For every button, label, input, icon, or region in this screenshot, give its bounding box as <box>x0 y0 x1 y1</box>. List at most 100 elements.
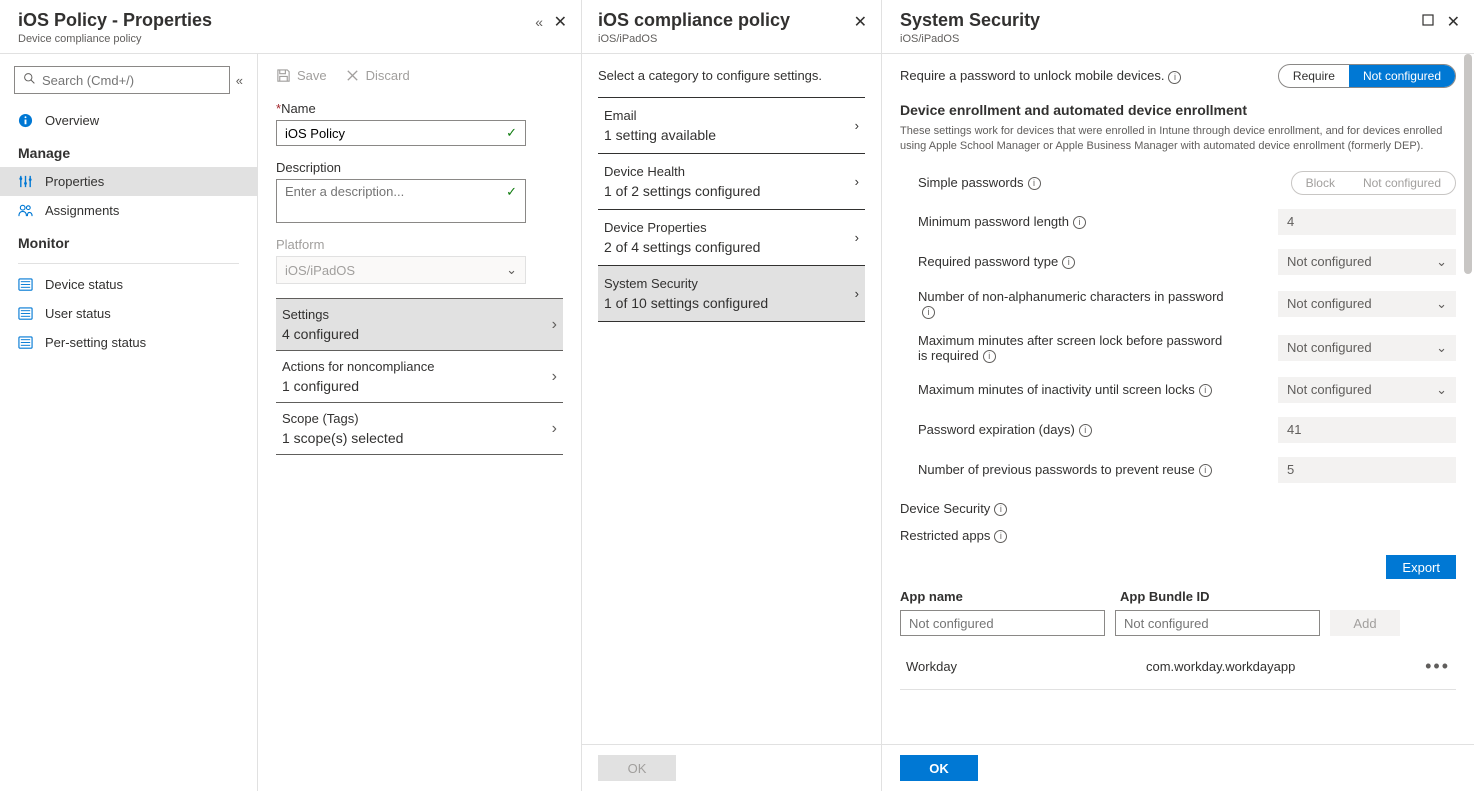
info-icon[interactable]: i <box>983 350 996 363</box>
nav-assignments[interactable]: Assignments <box>0 196 257 225</box>
nav-device-status[interactable]: Device status <box>0 270 257 299</box>
nav-overview[interactable]: Overview <box>0 106 257 135</box>
nav-label: User status <box>45 306 111 321</box>
chevron-down-icon: ⌄ <box>1436 382 1447 398</box>
nav-properties[interactable]: Properties <box>0 167 257 196</box>
non-alpha-select: Not configured⌄ <box>1278 291 1456 317</box>
info-icon[interactable]: i <box>922 306 935 319</box>
pill-not-configured[interactable]: Not configured <box>1349 65 1455 87</box>
cat-title: Device Properties <box>604 220 760 235</box>
sliders-icon <box>18 174 33 189</box>
restricted-apps-table: App name App Bundle ID Add Workday com.w… <box>900 589 1456 690</box>
checkmark-icon: ✓ <box>506 184 517 200</box>
list-icon <box>18 277 33 292</box>
discard-icon <box>345 68 360 83</box>
panel3-header: System Security iOS/iPadOS ✕ <box>882 0 1474 54</box>
nav-label: Overview <box>45 113 99 128</box>
panel2-title: iOS compliance policy <box>598 10 865 31</box>
actions-row[interactable]: Actions for noncompliance 1 configured › <box>276 350 563 402</box>
nav-label: Device status <box>45 277 123 292</box>
row-title: Actions for noncompliance <box>282 359 434 374</box>
add-button[interactable]: Add <box>1330 610 1400 636</box>
close-icon[interactable]: ✕ <box>854 12 867 32</box>
prev-passwords-input[interactable] <box>1278 457 1456 483</box>
divider <box>18 263 239 264</box>
maximize-icon[interactable] <box>1422 14 1434 29</box>
search-box[interactable] <box>14 66 230 94</box>
panel3-title: System Security <box>900 10 1456 31</box>
scrollbar[interactable] <box>1464 54 1472 274</box>
platform-value: iOS/iPadOS <box>285 263 355 278</box>
more-icon[interactable]: ••• <box>1425 656 1450 677</box>
expiration-input[interactable] <box>1278 417 1456 443</box>
simple-passwords-toggle: Block Not configured <box>1291 171 1456 195</box>
nav-label: Per-setting status <box>45 335 146 350</box>
nav-per-setting-status[interactable]: Per-setting status <box>0 328 257 357</box>
panel3-subtitle: iOS/iPadOS <box>900 33 1456 45</box>
category-email[interactable]: Email 1 setting available › <box>598 97 865 153</box>
info-icon[interactable]: i <box>1073 216 1086 229</box>
description-input[interactable] <box>285 184 517 218</box>
chevron-right-icon: › <box>855 118 859 133</box>
info-icon[interactable]: i <box>1168 71 1181 84</box>
info-icon[interactable]: i <box>1199 384 1212 397</box>
category-system-security[interactable]: System Security 1 of 10 settings configu… <box>598 265 865 322</box>
name-input[interactable] <box>285 126 517 141</box>
close-icon[interactable]: ✕ <box>554 12 567 32</box>
description-wrap: ✓ <box>276 179 526 223</box>
pill-block: Block <box>1292 172 1349 194</box>
info-icon[interactable]: i <box>1028 177 1041 190</box>
require-password-toggle[interactable]: Require Not configured <box>1278 64 1456 88</box>
ok-button[interactable]: OK <box>598 755 676 781</box>
sidebar-collapse-icon[interactable]: « <box>236 73 243 88</box>
collapse-icon[interactable]: « <box>535 14 543 30</box>
category-device-properties[interactable]: Device Properties 2 of 4 settings config… <box>598 209 865 265</box>
info-icon[interactable]: i <box>1062 256 1075 269</box>
close-icon[interactable]: ✕ <box>1447 12 1460 32</box>
info-icon[interactable]: i <box>994 530 1007 543</box>
discard-button[interactable]: Discard <box>345 68 410 83</box>
search-input[interactable] <box>42 73 221 88</box>
info-icon[interactable]: i <box>994 503 1007 516</box>
row-sub: 4 configured <box>282 326 359 342</box>
app-row: Workday com.workday.workdayapp ••• <box>900 644 1456 690</box>
row-title: Settings <box>282 307 359 322</box>
tool-label: Save <box>297 68 327 83</box>
ok-button[interactable]: OK <box>900 755 978 781</box>
settings-row[interactable]: Settings 4 configured › <box>276 298 563 350</box>
nav-user-status[interactable]: User status <box>0 299 257 328</box>
pill-require[interactable]: Require <box>1279 65 1349 87</box>
app-name-header: App name <box>900 589 1120 604</box>
bundle-id-input[interactable] <box>1115 610 1320 636</box>
panel2-header: iOS compliance policy iOS/iPadOS ✕ <box>582 0 881 54</box>
save-icon <box>276 68 291 83</box>
min-length-input[interactable] <box>1278 209 1456 235</box>
info-icon <box>18 113 33 128</box>
category-device-health[interactable]: Device Health 1 of 2 settings configured… <box>598 153 865 209</box>
non-alpha-label: Number of non-alphanumeric characters in… <box>918 289 1228 319</box>
panel2-subtitle: iOS/iPadOS <box>598 33 865 45</box>
chevron-down-icon: ⌄ <box>1436 254 1447 270</box>
min-length-label: Minimum password lengthi <box>918 214 1086 229</box>
bundle-id-header: App Bundle ID <box>1120 589 1340 604</box>
nav-section-monitor: Monitor <box>0 225 257 257</box>
people-icon <box>18 203 33 218</box>
require-password-label: Require a password to unlock mobile devi… <box>900 68 1181 83</box>
list-icon <box>18 306 33 321</box>
app-name-input[interactable] <box>900 610 1105 636</box>
nav-label: Assignments <box>45 203 119 218</box>
max-inactivity-select: Not configured⌄ <box>1278 377 1456 403</box>
app-row-bundle: com.workday.workdayapp <box>1146 659 1425 674</box>
properties-form: Save Discard *Name ✓ Description ✓ <box>258 54 581 791</box>
info-icon[interactable]: i <box>1199 464 1212 477</box>
chevron-right-icon: › <box>552 316 557 334</box>
cat-title: System Security <box>604 276 768 291</box>
panel1-subtitle: Device compliance policy <box>18 33 563 45</box>
row-sub: 1 configured <box>282 378 434 394</box>
platform-select: iOS/iPadOS ⌄ <box>276 256 526 284</box>
info-icon[interactable]: i <box>1079 424 1092 437</box>
category-hint: Select a category to configure settings. <box>598 68 865 83</box>
scope-row[interactable]: Scope (Tags) 1 scope(s) selected › <box>276 402 563 455</box>
save-button[interactable]: Save <box>276 68 327 83</box>
export-button[interactable]: Export <box>1386 555 1456 579</box>
